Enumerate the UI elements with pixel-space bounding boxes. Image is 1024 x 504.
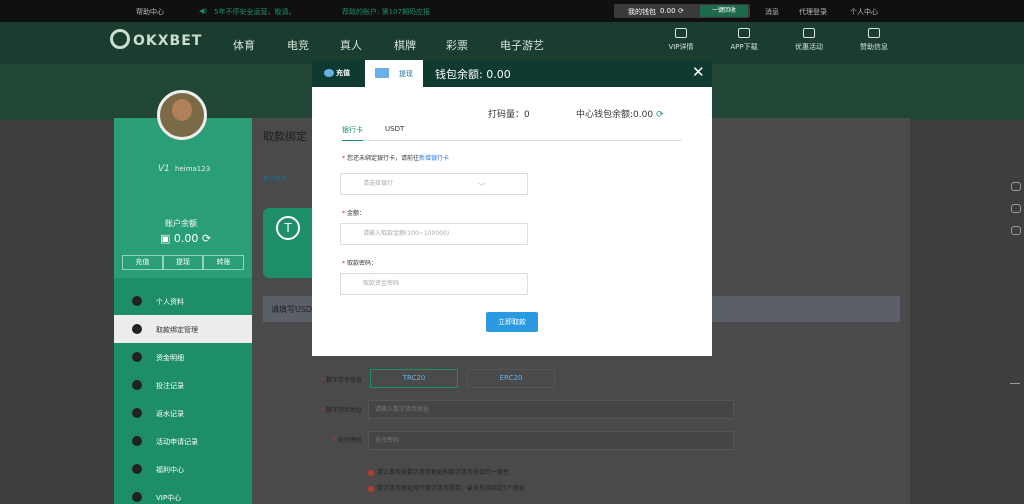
amount-label: * 金额： bbox=[342, 210, 366, 217]
transfer-button[interactable]: 转账 bbox=[203, 255, 245, 270]
vip-icon bbox=[675, 28, 687, 38]
note-1: 请认真校对数字货币地址和数字货币协议的一致性 bbox=[368, 467, 509, 476]
sidebar-actions: 充值 提现 转账 bbox=[122, 255, 245, 270]
tab-deposit[interactable]: 充值 bbox=[324, 68, 350, 78]
funds-icon bbox=[132, 352, 142, 362]
trophy-icon bbox=[868, 28, 880, 38]
avatar bbox=[157, 90, 207, 140]
amount-input[interactable]: 请输入取款金额(100~100000) bbox=[340, 223, 528, 245]
alert-icon bbox=[368, 469, 374, 476]
gift-icon bbox=[803, 28, 815, 38]
sidebar-item-bets[interactable]: 投注记录 bbox=[114, 371, 252, 399]
center-wallet-balance: 中心钱包余额:0.00 ⟳ bbox=[576, 110, 664, 120]
wager-requirement: 打码量：0 bbox=[488, 110, 530, 120]
note-2: 数字货币地址用于数字货币提款。最多支持绑定5个地址 bbox=[368, 483, 525, 492]
site-logo[interactable]: OKXBET bbox=[110, 29, 202, 51]
address-label: * 数字货币地址 bbox=[321, 407, 362, 414]
rebate-icon bbox=[132, 408, 142, 418]
agent-login-link[interactable]: 代理登录 bbox=[799, 7, 827, 17]
tab-digital-currency[interactable]: 数字货币 bbox=[263, 174, 287, 183]
refresh-icon[interactable]: ⟳ bbox=[678, 7, 684, 15]
sidebar-item-profile[interactable]: 个人资料 bbox=[114, 287, 252, 315]
paypwd-label: * 支付密码 bbox=[333, 437, 362, 444]
balance-value: ▣ 0.00 ⟳ bbox=[160, 232, 212, 245]
wallet-label: 我的钱包 bbox=[628, 8, 656, 16]
nav-cards[interactable]: 棋牌 bbox=[394, 37, 416, 53]
withdraw-now-button[interactable]: 立即取款 bbox=[486, 312, 538, 332]
activity-icon bbox=[132, 436, 142, 446]
protocol-erc20-button[interactable]: ERC20 bbox=[467, 369, 555, 388]
close-icon[interactable]: ✕ bbox=[692, 65, 705, 80]
tether-icon: T bbox=[276, 216, 300, 240]
profile-link[interactable]: 个人中心 bbox=[850, 7, 878, 17]
deposit-button[interactable]: 充值 bbox=[122, 255, 163, 270]
refresh-icon[interactable]: ⟳ bbox=[656, 110, 664, 120]
user-icon bbox=[132, 296, 142, 306]
sidebar-item-funds[interactable]: 资金明细 bbox=[114, 343, 252, 371]
withdraw-password-label: * 取款密码： bbox=[342, 260, 378, 267]
vip-icon bbox=[132, 492, 142, 502]
wallet-icon[interactable] bbox=[1011, 204, 1021, 213]
nav-promo[interactable]: 优惠活动 bbox=[784, 28, 834, 52]
top-bar: 帮助中心 ◀) 5年不停安全运营，敬请。 荐敌的账户: 第107期码应报 我的钱… bbox=[0, 0, 1024, 22]
help-center-link[interactable]: 帮助中心 bbox=[136, 7, 164, 17]
ball-icon[interactable] bbox=[1011, 226, 1021, 235]
sidebar-menu: 个人资料 取款绑定管理 资金明细 投注记录 返水记录 活动申请记录 福利中心 V… bbox=[114, 287, 252, 504]
nav-lottery[interactable]: 彩票 bbox=[446, 37, 468, 53]
sidebar-item-rebate[interactable]: 返水记录 bbox=[114, 399, 252, 427]
modal-header: 充值 提现 钱包余额: 0.00 ✕ bbox=[312, 60, 712, 87]
nav-app[interactable]: APP下载 bbox=[719, 28, 769, 52]
one-click-recover-button[interactable]: 一键回收 bbox=[700, 5, 748, 17]
paypwd-input[interactable]: 支付密码 bbox=[368, 431, 734, 450]
nav-live[interactable]: 真人 bbox=[340, 37, 362, 53]
modal-wallet-balance: 钱包余额: 0.00 bbox=[435, 68, 511, 81]
withdraw-button[interactable]: 提现 bbox=[162, 255, 204, 270]
notice-text: 5年不停安全运营，敬请。 bbox=[214, 8, 296, 16]
nav-esports[interactable]: 电竞 bbox=[287, 37, 309, 53]
shield-icon bbox=[132, 324, 142, 334]
wallet-icon: ▣ bbox=[160, 232, 174, 245]
chevron-down-icon: ﹀ bbox=[478, 183, 485, 191]
page-title: 取款绑定 bbox=[263, 130, 307, 143]
wallet-value: 0.00 bbox=[660, 7, 676, 15]
tab-usdt[interactable]: USDT bbox=[385, 125, 404, 133]
speaker-icon: ◀) bbox=[199, 7, 208, 15]
withdraw-modal: 充值 提现 钱包余额: 0.00 ✕ 打码量：0 中心钱包余额:0.00 ⟳ 银行… bbox=[312, 60, 712, 356]
balance-label: 账户余额 bbox=[165, 219, 197, 228]
deposit-icon bbox=[324, 69, 334, 77]
nav-vip[interactable]: VIP详情 bbox=[656, 28, 706, 52]
bank-prompt: * 您还未绑定银行卡，请前往新增银行卡 bbox=[342, 155, 450, 162]
username: heima123 bbox=[175, 165, 211, 173]
card-icon bbox=[375, 68, 389, 78]
protocol-label: * 数字货币协议 bbox=[321, 377, 362, 384]
sidebar-item-withdraw-binding[interactable]: 取款绑定管理 bbox=[114, 315, 252, 343]
back-to-top-icon[interactable] bbox=[1010, 383, 1020, 391]
withdraw-password-input[interactable]: 取款资金密码 bbox=[340, 273, 528, 295]
sidebar-item-activity[interactable]: 活动申请记录 bbox=[114, 427, 252, 455]
add-bank-link[interactable]: 新增银行卡 bbox=[419, 155, 449, 162]
tab-bank-card[interactable]: 银行卡 bbox=[342, 125, 363, 141]
tab-withdraw[interactable]: 提现 bbox=[365, 60, 423, 87]
welfare-icon bbox=[132, 464, 142, 474]
nav-sponsor[interactable]: 赞助信息 bbox=[849, 28, 899, 52]
vip-level: V1 bbox=[158, 164, 170, 174]
refresh-icon[interactable]: ⟳ bbox=[198, 232, 211, 245]
nav-slots[interactable]: 电子游艺 bbox=[500, 37, 544, 53]
logo-icon bbox=[110, 29, 130, 49]
messages-link[interactable]: 消息 bbox=[765, 7, 779, 17]
right-rail bbox=[1008, 176, 1024, 248]
protocol-trc20-button[interactable]: TRC20 bbox=[370, 369, 458, 388]
withdraw-method-tabs: 银行卡 USDT bbox=[342, 124, 682, 141]
bets-icon bbox=[132, 380, 142, 390]
bank-select[interactable]: 请选择银行 bbox=[340, 173, 528, 195]
sidebar-item-vip[interactable]: VIP中心 bbox=[114, 483, 252, 504]
sidebar-item-welfare[interactable]: 福利中心 bbox=[114, 455, 252, 483]
alert-icon bbox=[368, 485, 374, 492]
recommend-text: 荐敌的账户: 第107期码应报 bbox=[342, 8, 430, 16]
address-input[interactable]: 请输入数字货币地址 bbox=[368, 400, 734, 419]
nav-sports[interactable]: 体育 bbox=[233, 37, 255, 53]
phone-icon bbox=[738, 28, 750, 38]
headset-icon[interactable] bbox=[1011, 182, 1021, 191]
